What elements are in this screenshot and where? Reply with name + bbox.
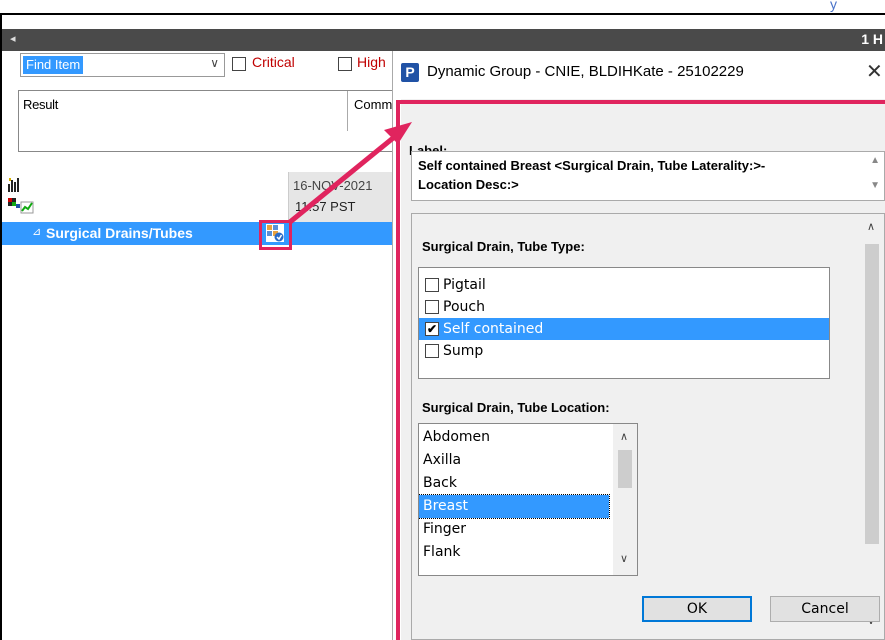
result-time: 11:57 PST: [295, 199, 356, 214]
critical-label: Critical: [252, 54, 295, 70]
row-label: Surgical Drains/Tubes: [46, 225, 193, 241]
app-badge-icon: P: [401, 63, 419, 82]
filter-row: Find Item ∨ Critical High: [2, 51, 402, 81]
high-checkbox[interactable]: [338, 57, 352, 71]
find-item-combobox[interactable]: Find Item ∨: [20, 53, 225, 77]
expand-triangle-icon[interactable]: ⊿: [32, 225, 41, 238]
grid-row-surgical-drains[interactable]: ⊿ Surgical Drains/Tubes: [2, 222, 402, 244]
icon-highlight-box: [259, 220, 292, 250]
date-column[interactable]: 16-NOV-2021 11:57 PST: [288, 172, 402, 222]
dialog-title: Dynamic Group - CNIE, BLDIHKate - 251022…: [427, 63, 744, 80]
high-label: High: [357, 54, 386, 70]
window-border-left: [0, 13, 2, 640]
bar-chart-icon[interactable]: [8, 178, 20, 192]
column-divider: [347, 91, 348, 131]
app-title-bar: ◂ 1 H: [2, 29, 885, 51]
app-bar-text: 1 H: [861, 31, 883, 47]
row-underline: [2, 244, 402, 245]
result-date: 16-NOV-2021: [293, 178, 373, 193]
chevron-down-icon[interactable]: ∨: [210, 56, 219, 70]
comment-column-label: Comm: [354, 97, 393, 112]
close-icon[interactable]: ✕: [866, 59, 883, 84]
result-column-label: Result: [23, 97, 59, 112]
top-strip: y: [0, 0, 885, 12]
flowsheet-chart-icon[interactable]: [8, 196, 34, 214]
dialog-highlight-outline: [396, 100, 885, 640]
result-header: Result Comm: [18, 90, 398, 152]
dialog-title-bar: P Dynamic Group - CNIE, BLDIHKate - 2510…: [393, 51, 885, 97]
corner-text: y: [830, 0, 837, 12]
find-item-value: Find Item: [23, 56, 84, 74]
critical-checkbox[interactable]: [232, 57, 246, 71]
window-border-top: [0, 13, 885, 19]
collapse-arrow-icon[interactable]: ◂: [10, 32, 16, 45]
